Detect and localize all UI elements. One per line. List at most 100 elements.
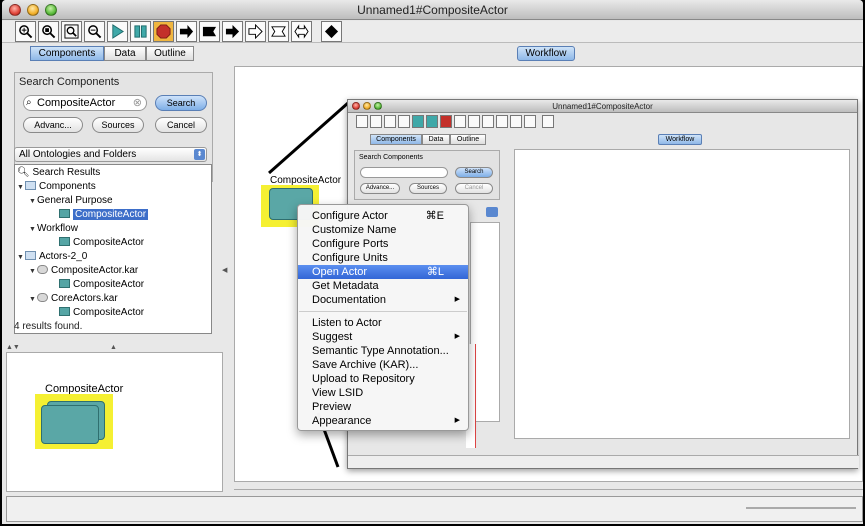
zoom-out-icon[interactable] — [398, 115, 410, 128]
expanded-triangle-icon[interactable]: ▼ — [29, 195, 37, 209]
tree-label: General Purpose — [37, 195, 113, 206]
stop-icon[interactable] — [153, 21, 174, 42]
tree-label: Actors-2_0 — [39, 251, 88, 262]
expanded-triangle-icon[interactable]: ▼ — [29, 265, 37, 279]
menu-item-appearance[interactable]: Appearance ▶ — [298, 414, 468, 428]
flag-icon[interactable] — [199, 21, 220, 42]
search-input[interactable]: ⌕ CompositeActor ⊗ — [23, 95, 147, 111]
tab-data[interactable]: Data — [104, 46, 146, 61]
menu-item-documentation[interactable]: Documentation ▶ — [298, 293, 468, 307]
ontology-select[interactable]: All Ontologies and Folders ⬍ — [14, 147, 207, 162]
minimize-window-button[interactable] — [27, 4, 39, 16]
menu-item-customize-name[interactable]: Customize Name — [298, 223, 468, 237]
close-window-button[interactable] — [9, 4, 21, 16]
search-input[interactable] — [360, 167, 448, 178]
menu-item-open-actor[interactable]: Open Actor ⌘L — [298, 265, 468, 279]
splitter-arrows-icon[interactable]: ▲ — [110, 344, 117, 351]
zoom-in-icon[interactable] — [356, 115, 368, 128]
sources-button[interactable]: Sources — [92, 117, 144, 133]
tree-node-workflow[interactable]: ▼Workflow — [29, 222, 78, 236]
advanced-button[interactable]: Advance... — [360, 183, 400, 194]
sources-button[interactable]: Sources — [409, 183, 447, 194]
menu-item-get-metadata[interactable]: Get Metadata — [298, 279, 468, 293]
zoom-window-button[interactable] — [374, 102, 382, 110]
tree-node-compositeactor-kar[interactable]: ▼ CompositeActor.kar — [29, 264, 138, 278]
tab-components[interactable]: Components — [30, 46, 104, 61]
menu-item-preview[interactable]: Preview — [298, 400, 468, 414]
expanded-triangle-icon[interactable]: ▼ — [17, 251, 25, 265]
tree-node-composite-actor[interactable]: CompositeActor — [59, 208, 149, 222]
menu-item-configure-actor[interactable]: Configure Actor ⌘E — [298, 209, 468, 223]
submenu-arrow-icon: ▶ — [454, 417, 460, 424]
pause-icon[interactable] — [426, 115, 438, 128]
menu-item-upload-to-repository[interactable]: Upload to Repository — [298, 372, 468, 386]
outline-double-arrow-icon[interactable] — [268, 21, 289, 42]
advanced-button[interactable]: Advanc... — [23, 117, 83, 133]
flag-icon[interactable] — [468, 115, 480, 128]
splitter-arrow-icon[interactable]: ◀ — [222, 266, 227, 274]
search-button[interactable]: Search — [155, 95, 207, 111]
zoom-reset-icon[interactable] — [38, 21, 59, 42]
tab-components[interactable]: Components — [370, 134, 422, 145]
select-arrows-icon[interactable] — [486, 207, 498, 217]
cancel-button[interactable]: Cancel — [455, 183, 493, 194]
search-results-tree: 🔍︎ Search Results ▼ Components ▼General P… — [14, 164, 212, 334]
resize-grip-icon[interactable] — [746, 507, 856, 509]
tab-data[interactable]: Data — [422, 134, 450, 145]
forward-arrow-icon[interactable] — [176, 21, 197, 42]
right-arrow-icon[interactable] — [222, 21, 243, 42]
expanded-triangle-icon[interactable]: ▼ — [29, 223, 37, 237]
menu-label: Appearance — [312, 415, 372, 427]
cancel-button[interactable]: Cancel — [155, 117, 207, 133]
menu-item-listen-to-actor[interactable]: Listen to Actor — [298, 316, 468, 330]
tab-workflow[interactable]: Workflow — [658, 134, 702, 145]
zoom-window-button[interactable] — [45, 4, 57, 16]
forward-arrow-icon[interactable] — [454, 115, 466, 128]
minimize-window-button[interactable] — [363, 102, 371, 110]
clear-search-icon[interactable]: ⊗ — [133, 96, 142, 110]
search-button[interactable]: Search — [455, 167, 493, 178]
splitter-arrows-icon[interactable]: ▲▼ — [6, 344, 20, 351]
tree-node-components[interactable]: ▼ Components — [17, 180, 96, 194]
tree-node-actors-2-0[interactable]: ▼ Actors-2_0 — [17, 250, 87, 264]
tree-node-general-purpose[interactable]: ▼General Purpose — [29, 194, 113, 208]
menu-item-configure-ports[interactable]: Configure Ports — [298, 237, 468, 251]
pause-icon[interactable] — [130, 21, 151, 42]
outline-bidirectional-arrow-icon[interactable] — [291, 21, 312, 42]
menu-item-save-archive[interactable]: Save Archive (KAR)... — [298, 358, 468, 372]
component-panel: Components Data Outline Search Component… — [10, 44, 219, 346]
zoom-fit-icon[interactable] — [384, 115, 396, 128]
tab-workflow[interactable]: Workflow — [517, 46, 575, 61]
tree-node-composite-actor[interactable]: CompositeActor — [59, 278, 144, 292]
outline-double-arrow-icon[interactable] — [510, 115, 522, 128]
tree-node-composite-actor[interactable]: CompositeActor — [59, 306, 144, 320]
tab-outline[interactable]: Outline — [450, 134, 486, 145]
stop-icon[interactable] — [440, 115, 452, 128]
inner-workflow-canvas[interactable] — [514, 149, 850, 439]
run-icon[interactable] — [107, 21, 128, 42]
menu-item-suggest[interactable]: Suggest ▶ — [298, 330, 468, 344]
run-icon[interactable] — [412, 115, 424, 128]
expanded-triangle-icon[interactable]: ▼ — [29, 293, 37, 307]
menu-item-configure-units[interactable]: Configure Units — [298, 251, 468, 265]
diamond-icon[interactable] — [321, 21, 342, 42]
diamond-icon[interactable] — [542, 115, 554, 128]
zoom-reset-icon[interactable] — [370, 115, 382, 128]
tab-outline[interactable]: Outline — [146, 46, 194, 61]
menu-item-view-lsid[interactable]: View LSID — [298, 386, 468, 400]
zoom-fit-icon[interactable] — [61, 21, 82, 42]
outline-bidirectional-arrow-icon[interactable] — [524, 115, 536, 128]
zoom-in-icon[interactable] — [15, 21, 36, 42]
outline-arrow-icon[interactable] — [245, 21, 266, 42]
inner-title-bar: Unnamed1#CompositeActor — [348, 100, 857, 113]
right-arrow-icon[interactable] — [482, 115, 494, 128]
menu-item-semantic-type-annotation[interactable]: Semantic Type Annotation... — [298, 344, 468, 358]
tree-node-composite-actor[interactable]: CompositeActor — [59, 236, 144, 250]
canvas-scrollbar[interactable] — [234, 481, 863, 489]
close-window-button[interactable] — [352, 102, 360, 110]
tree-node-coreactors-kar[interactable]: ▼ CoreActors.kar — [29, 292, 118, 306]
expanded-triangle-icon[interactable]: ▼ — [17, 181, 25, 195]
zoom-out-icon[interactable] — [84, 21, 105, 42]
outline-arrow-icon[interactable] — [496, 115, 508, 128]
tree-node-search-results[interactable]: 🔍︎ Search Results — [17, 166, 100, 180]
